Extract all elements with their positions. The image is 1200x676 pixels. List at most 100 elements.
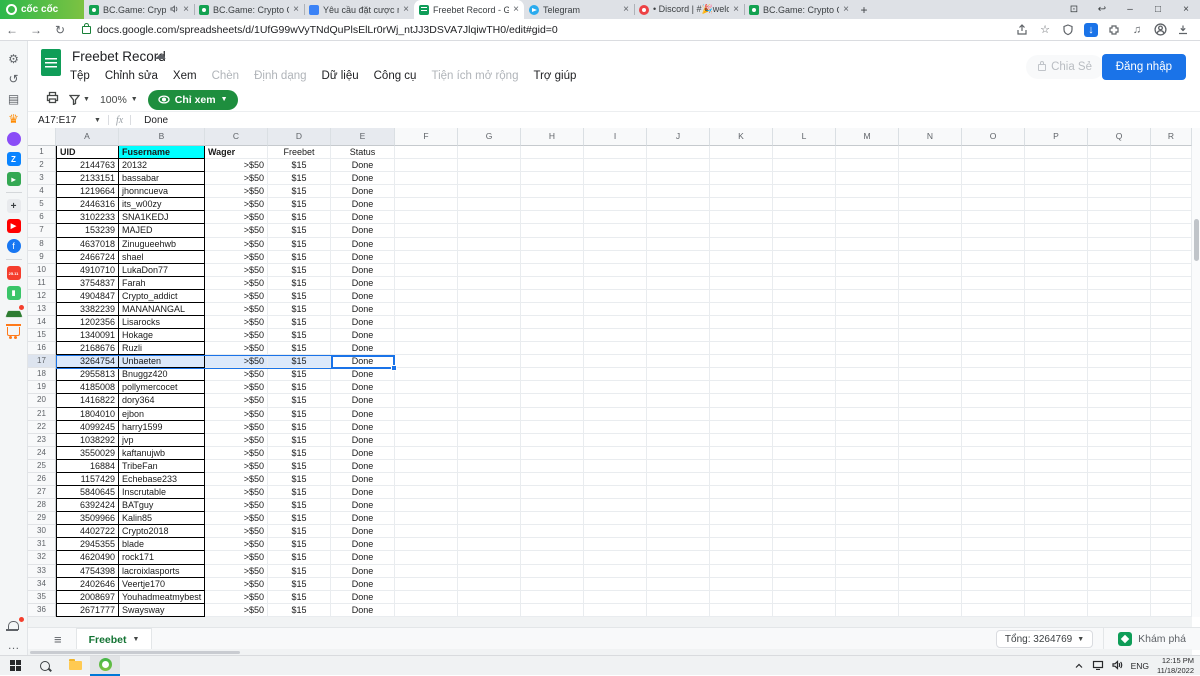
cell[interactable] [584, 211, 647, 224]
cell[interactable] [521, 290, 584, 303]
cell[interactable] [1151, 512, 1192, 525]
more-icon[interactable]: … [0, 635, 28, 655]
browser-tab[interactable]: Yêu cầu đặt cược miễn p× [304, 0, 414, 19]
cell[interactable] [836, 251, 899, 264]
cell[interactable] [836, 238, 899, 251]
cell[interactable] [773, 342, 836, 355]
cell[interactable] [584, 578, 647, 591]
cell[interactable]: 4910710 [56, 264, 119, 277]
cell[interactable]: Wager [205, 146, 268, 159]
cell[interactable] [1088, 316, 1151, 329]
cell[interactable] [584, 460, 647, 473]
cell[interactable]: $15 [268, 460, 331, 473]
cell[interactable]: Done [331, 381, 395, 394]
cell[interactable] [1151, 368, 1192, 381]
vertical-scrollbar-thumb[interactable] [1194, 219, 1199, 261]
cell[interactable] [647, 224, 710, 237]
cell[interactable] [1151, 238, 1192, 251]
cell[interactable]: >$50 [205, 290, 268, 303]
cell[interactable] [647, 447, 710, 460]
cell[interactable] [836, 381, 899, 394]
cell[interactable] [584, 381, 647, 394]
cell[interactable] [836, 604, 899, 617]
cell[interactable] [710, 394, 773, 407]
cell[interactable]: $15 [268, 551, 331, 564]
cell[interactable]: $15 [268, 512, 331, 525]
cell[interactable] [521, 251, 584, 264]
cell[interactable]: >$50 [205, 381, 268, 394]
cell[interactable] [836, 473, 899, 486]
cell[interactable] [458, 224, 521, 237]
cell[interactable] [1025, 211, 1088, 224]
forward-button[interactable]: → [24, 23, 48, 37]
cell[interactable] [899, 381, 962, 394]
cell[interactable]: $15 [268, 342, 331, 355]
volume-icon[interactable] [1112, 657, 1123, 675]
column-header-O[interactable]: O [962, 128, 1025, 146]
cell[interactable]: $15 [268, 421, 331, 434]
cell[interactable] [710, 460, 773, 473]
cell[interactable] [1025, 460, 1088, 473]
cell[interactable] [962, 578, 1025, 591]
cell[interactable] [773, 499, 836, 512]
cell[interactable] [899, 604, 962, 617]
cell[interactable] [395, 525, 458, 538]
cell[interactable] [584, 172, 647, 185]
cell[interactable] [458, 381, 521, 394]
cell[interactable]: Done [331, 329, 395, 342]
cell[interactable] [1025, 499, 1088, 512]
cell[interactable]: Unbaeten [119, 355, 205, 368]
cell[interactable]: Done [331, 264, 395, 277]
cell[interactable] [1025, 591, 1088, 604]
cell[interactable] [647, 277, 710, 290]
cell[interactable] [1151, 355, 1192, 368]
cell[interactable] [647, 565, 710, 578]
column-header-A[interactable]: A [56, 128, 119, 146]
minimize-button[interactable]: – [1116, 0, 1144, 19]
language-indicator[interactable]: ENG [1131, 661, 1149, 671]
cell[interactable] [647, 591, 710, 604]
cell[interactable] [395, 565, 458, 578]
cell[interactable]: blade [119, 538, 205, 551]
cell[interactable] [962, 499, 1025, 512]
cell[interactable]: Youhadmeatmybest [119, 591, 205, 604]
cell[interactable] [1025, 434, 1088, 447]
cell[interactable]: 1157429 [56, 473, 119, 486]
cell[interactable] [458, 394, 521, 407]
cell[interactable]: 4099245 [56, 421, 119, 434]
cell[interactable] [647, 290, 710, 303]
cell[interactable] [1088, 394, 1151, 407]
cell[interactable] [395, 264, 458, 277]
zoom-select[interactable]: 100% ▼ [100, 94, 138, 106]
cell[interactable] [773, 159, 836, 172]
cell[interactable] [584, 159, 647, 172]
cell[interactable]: Done [331, 408, 395, 421]
extensions-icon[interactable] [1107, 23, 1121, 37]
cell[interactable] [647, 551, 710, 564]
cell[interactable] [584, 447, 647, 460]
cell[interactable] [836, 525, 899, 538]
print-icon[interactable] [46, 91, 59, 109]
cell[interactable] [1088, 447, 1151, 460]
cell[interactable] [647, 381, 710, 394]
cell[interactable] [395, 355, 458, 368]
cell[interactable] [521, 303, 584, 316]
row-header-26[interactable]: 26 [28, 473, 56, 486]
cell[interactable] [1151, 264, 1192, 277]
cell[interactable] [458, 329, 521, 342]
cell[interactable] [584, 473, 647, 486]
cell[interactable] [1151, 499, 1192, 512]
cell[interactable] [647, 251, 710, 264]
cell[interactable]: $15 [268, 329, 331, 342]
taskbar-clock[interactable]: 12:15 PM 11/18/2022 [1157, 656, 1194, 675]
cell[interactable] [1025, 185, 1088, 198]
row-header-21[interactable]: 21 [28, 408, 56, 421]
cell[interactable]: $15 [268, 578, 331, 591]
cell[interactable] [962, 447, 1025, 460]
cell[interactable] [1088, 303, 1151, 316]
cell[interactable] [962, 604, 1025, 617]
cell[interactable] [1088, 381, 1151, 394]
cell[interactable] [773, 368, 836, 381]
cell[interactable] [647, 578, 710, 591]
cell[interactable]: UID [56, 146, 119, 159]
